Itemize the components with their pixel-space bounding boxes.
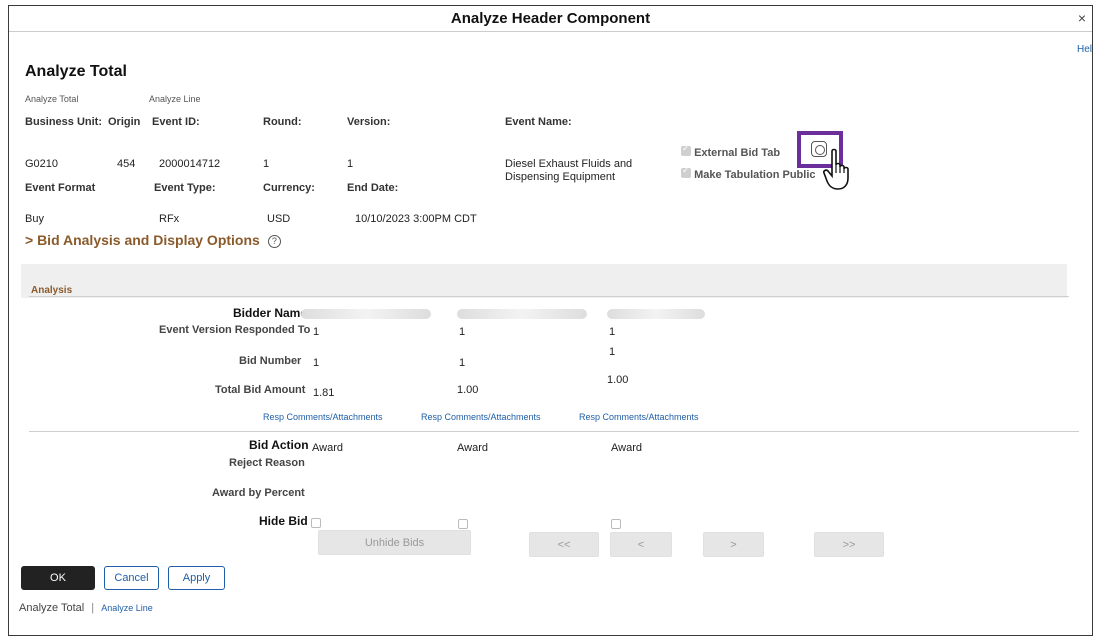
bidder-3-action[interactable]: Award — [611, 442, 642, 454]
value-version: 1 — [347, 158, 354, 170]
value-event-name-line2: Dispensing Equipment — [505, 171, 616, 183]
make-public-checkbox[interactable] — [681, 165, 691, 178]
footer-separator: | — [91, 602, 95, 614]
value-event-type: RFx — [159, 213, 180, 225]
apply-button[interactable]: Apply — [168, 566, 225, 590]
subtab-analyze-total[interactable]: Analyze Total — [25, 94, 78, 104]
cancel-button[interactable]: Cancel — [104, 566, 159, 590]
label-end-date: End Date: — [347, 182, 399, 194]
dialog-title: Analyze Header Component — [9, 6, 1092, 32]
close-icon[interactable]: × — [1078, 10, 1086, 26]
label-event-format: Event Format — [25, 182, 96, 194]
last-page-button[interactable]: >> — [814, 532, 884, 557]
make-public-option[interactable]: Make Tabulation Public — [681, 165, 816, 181]
external-bid-tab-checkbox[interactable] — [681, 143, 691, 156]
value-event-name-line1: Diesel Exhaust Fluids and — [505, 158, 633, 170]
bid-analysis-options-label: > Bid Analysis and Display Options — [25, 232, 260, 248]
label-event-type: Event Type: — [154, 182, 216, 194]
bidder-2-bid-number: 1 — [459, 357, 466, 369]
divider — [29, 431, 1079, 432]
label-bidder-name: Bidder Name — [233, 306, 308, 320]
value-event-format: Buy — [25, 213, 44, 225]
value-end-date: 10/10/2023 3:00PM CDT — [355, 213, 477, 225]
bidder-2-total: 1.00 — [457, 384, 479, 396]
bidder-name-3-redacted — [607, 309, 705, 319]
label-event-id: Event ID: — [152, 116, 200, 128]
help-link[interactable]: Hel — [1077, 44, 1092, 55]
value-round: 1 — [263, 158, 270, 170]
label-origin: Origin — [108, 116, 141, 128]
next-page-button[interactable]: > — [703, 532, 764, 557]
value-origin: 454 — [117, 158, 136, 170]
bidder-2-hide-checkbox[interactable] — [458, 519, 468, 529]
value-currency: USD — [267, 213, 291, 225]
label-hide-bid: Hide Bid — [259, 514, 308, 528]
label-currency: Currency: — [263, 182, 315, 194]
divider — [29, 296, 1069, 297]
label-reject-reason: Reject Reason — [229, 457, 305, 469]
value-business-unit: G0210 — [25, 158, 59, 170]
external-bid-tab-label: External Bid Tab — [694, 147, 781, 159]
ok-button[interactable]: OK — [21, 566, 95, 590]
bidder-3-version: 1 — [609, 326, 616, 338]
label-business-unit: Business Unit: — [25, 116, 103, 128]
bidder-2-version: 1 — [459, 326, 466, 338]
bidder-1-total: 1.81 — [313, 387, 335, 399]
label-award-by-percent: Award by Percent — [212, 487, 305, 499]
bidder-3-total: 1.00 — [607, 374, 629, 386]
footer-nav: Analyze Total | Analyze Line — [19, 602, 153, 614]
bidder-1-version: 1 — [313, 326, 320, 338]
bidder-1-hide-checkbox[interactable] — [311, 518, 321, 528]
bidder-name-1-redacted — [301, 309, 431, 319]
label-event-name: Event Name: — [505, 116, 572, 128]
analysis-header-panel — [21, 264, 1067, 298]
unhide-bids-button[interactable]: Unhide Bids — [318, 530, 471, 555]
bidder-1-comments-link[interactable]: Resp Comments/Attachments — [263, 412, 383, 422]
bidder-2-action[interactable]: Award — [457, 442, 488, 454]
label-event-version: Event Version Responded To — [159, 324, 311, 336]
first-page-button[interactable]: << — [529, 532, 599, 557]
page-title: Analyze Total — [25, 63, 127, 80]
prev-page-button[interactable]: < — [610, 532, 672, 557]
bidder-3-comments-link[interactable]: Resp Comments/Attachments — [579, 412, 699, 422]
bidder-name-2-redacted — [457, 309, 587, 319]
label-bid-action: Bid Action — [249, 438, 309, 452]
bidder-1-action[interactable]: Award — [312, 442, 343, 454]
hand-cursor-icon — [823, 148, 849, 190]
bidder-2-comments-link[interactable]: Resp Comments/Attachments — [421, 412, 541, 422]
footer-current: Analyze Total — [19, 602, 85, 614]
external-bid-tab-option[interactable]: External Bid Tab — [681, 143, 781, 159]
dialog-window: Analyze Header Component × Hel Analyze T… — [8, 5, 1093, 636]
help-circle-icon[interactable]: ? — [267, 234, 281, 248]
subtab-analyze-line[interactable]: Analyze Line — [149, 94, 201, 104]
make-public-label: Make Tabulation Public — [694, 169, 816, 181]
analysis-header: Analysis — [31, 285, 73, 296]
bidder-1-bid-number: 1 — [313, 357, 320, 369]
label-bid-number: Bid Number — [239, 355, 302, 367]
label-version: Version: — [347, 116, 391, 128]
footer-analyze-line-link[interactable]: Analyze Line — [101, 603, 153, 613]
label-round: Round: — [263, 116, 302, 128]
bidder-3-bid-number: 1 — [609, 346, 616, 358]
value-event-id: 2000014712 — [159, 158, 221, 170]
label-total-bid-amount: Total Bid Amount — [215, 384, 306, 396]
bid-analysis-options-link[interactable]: > Bid Analysis and Display Options? — [25, 232, 281, 248]
bidder-3-hide-checkbox[interactable] — [611, 519, 621, 529]
